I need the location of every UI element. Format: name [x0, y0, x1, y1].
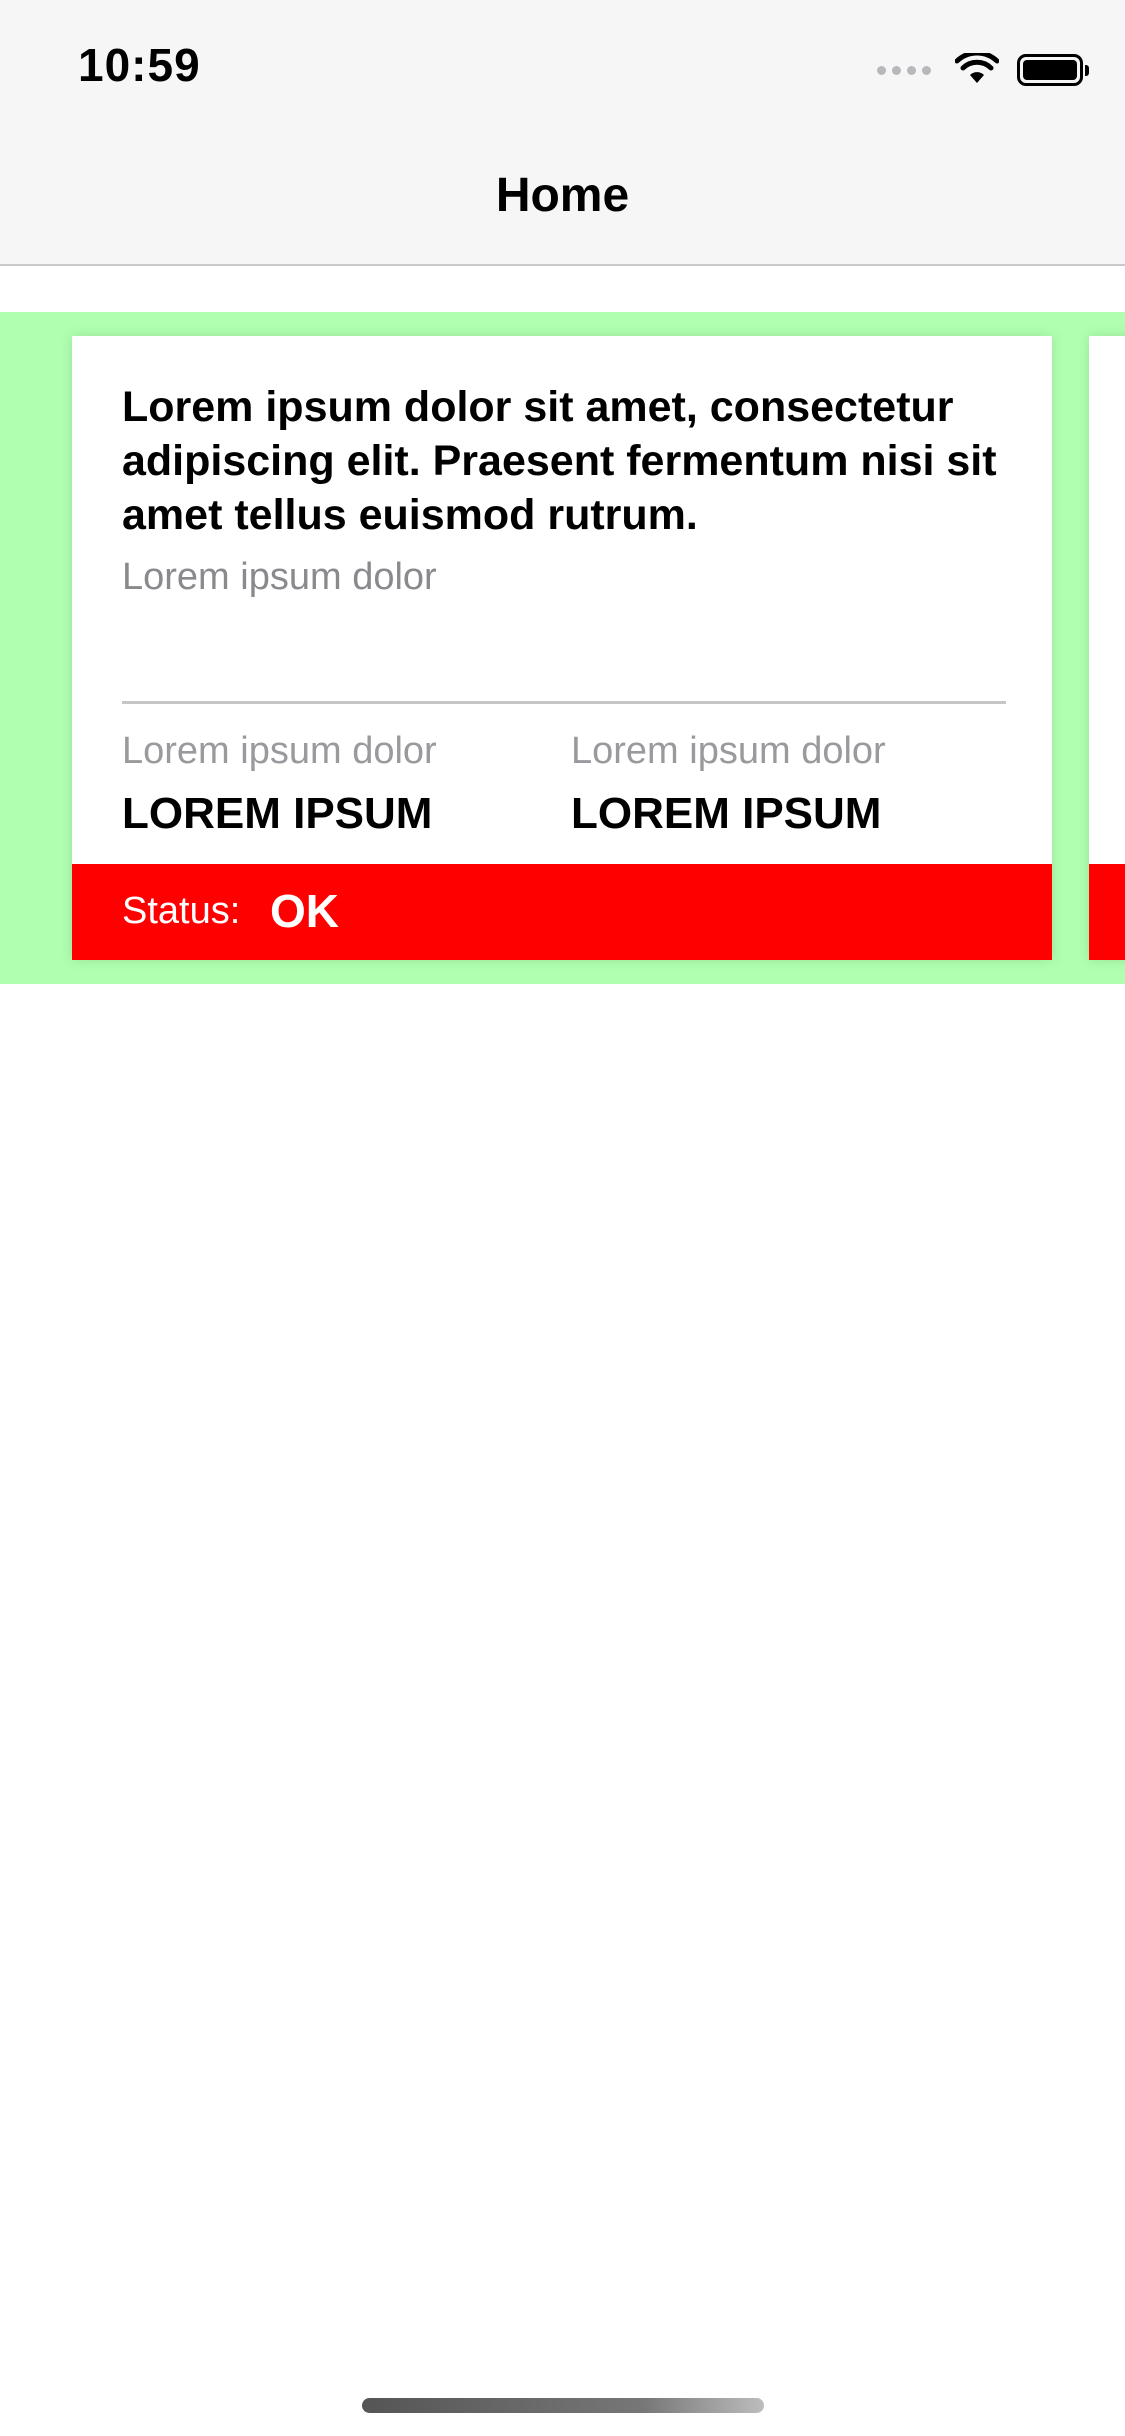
stat-value: LOREM IPSUM [571, 789, 882, 838]
card-title: Lorem ipsum dolor sit amet, consectetur … [122, 383, 997, 539]
card-subtitle: Lorem ipsum dolor [122, 556, 437, 598]
stat-item: Lorem ipsum dolor LOREM IPSUM [571, 728, 1011, 840]
status-value: OK [270, 885, 339, 937]
next-card-peek[interactable] [1089, 336, 1125, 960]
stat-label: Lorem ipsum dolor [571, 730, 886, 772]
status-strip [1089, 864, 1125, 960]
battery-icon [1017, 54, 1089, 86]
signal-dots-icon [877, 65, 937, 75]
stat-item: Lorem ipsum dolor LOREM IPSUM [122, 728, 562, 840]
navigation-header: 10:59 Home [0, 0, 1125, 266]
page-title: Home [495, 169, 630, 222]
stat-label: Lorem ipsum dolor [122, 730, 437, 772]
screen: 10:59 Home Lorem ipsum dolor sit amet, c… [0, 0, 1125, 2436]
stat-value: LOREM IPSUM [122, 789, 433, 838]
info-card[interactable]: Lorem ipsum dolor sit amet, consectetur … [72, 336, 1052, 960]
status-label: Status: [122, 890, 241, 932]
status-indicators [877, 48, 1089, 92]
home-indicator[interactable] [362, 2398, 764, 2413]
status-strip: Status: OK [72, 864, 1052, 960]
card-carousel[interactable]: Lorem ipsum dolor sit amet, consectetur … [0, 312, 1125, 984]
wifi-icon [955, 53, 999, 83]
status-time: 10:59 [78, 39, 201, 91]
card-body: Lorem ipsum dolor sit amet, consectetur … [122, 380, 1002, 599]
card-stats: Lorem ipsum dolor LOREM IPSUM Lorem ipsu… [122, 728, 1006, 848]
card-divider [122, 701, 1006, 704]
